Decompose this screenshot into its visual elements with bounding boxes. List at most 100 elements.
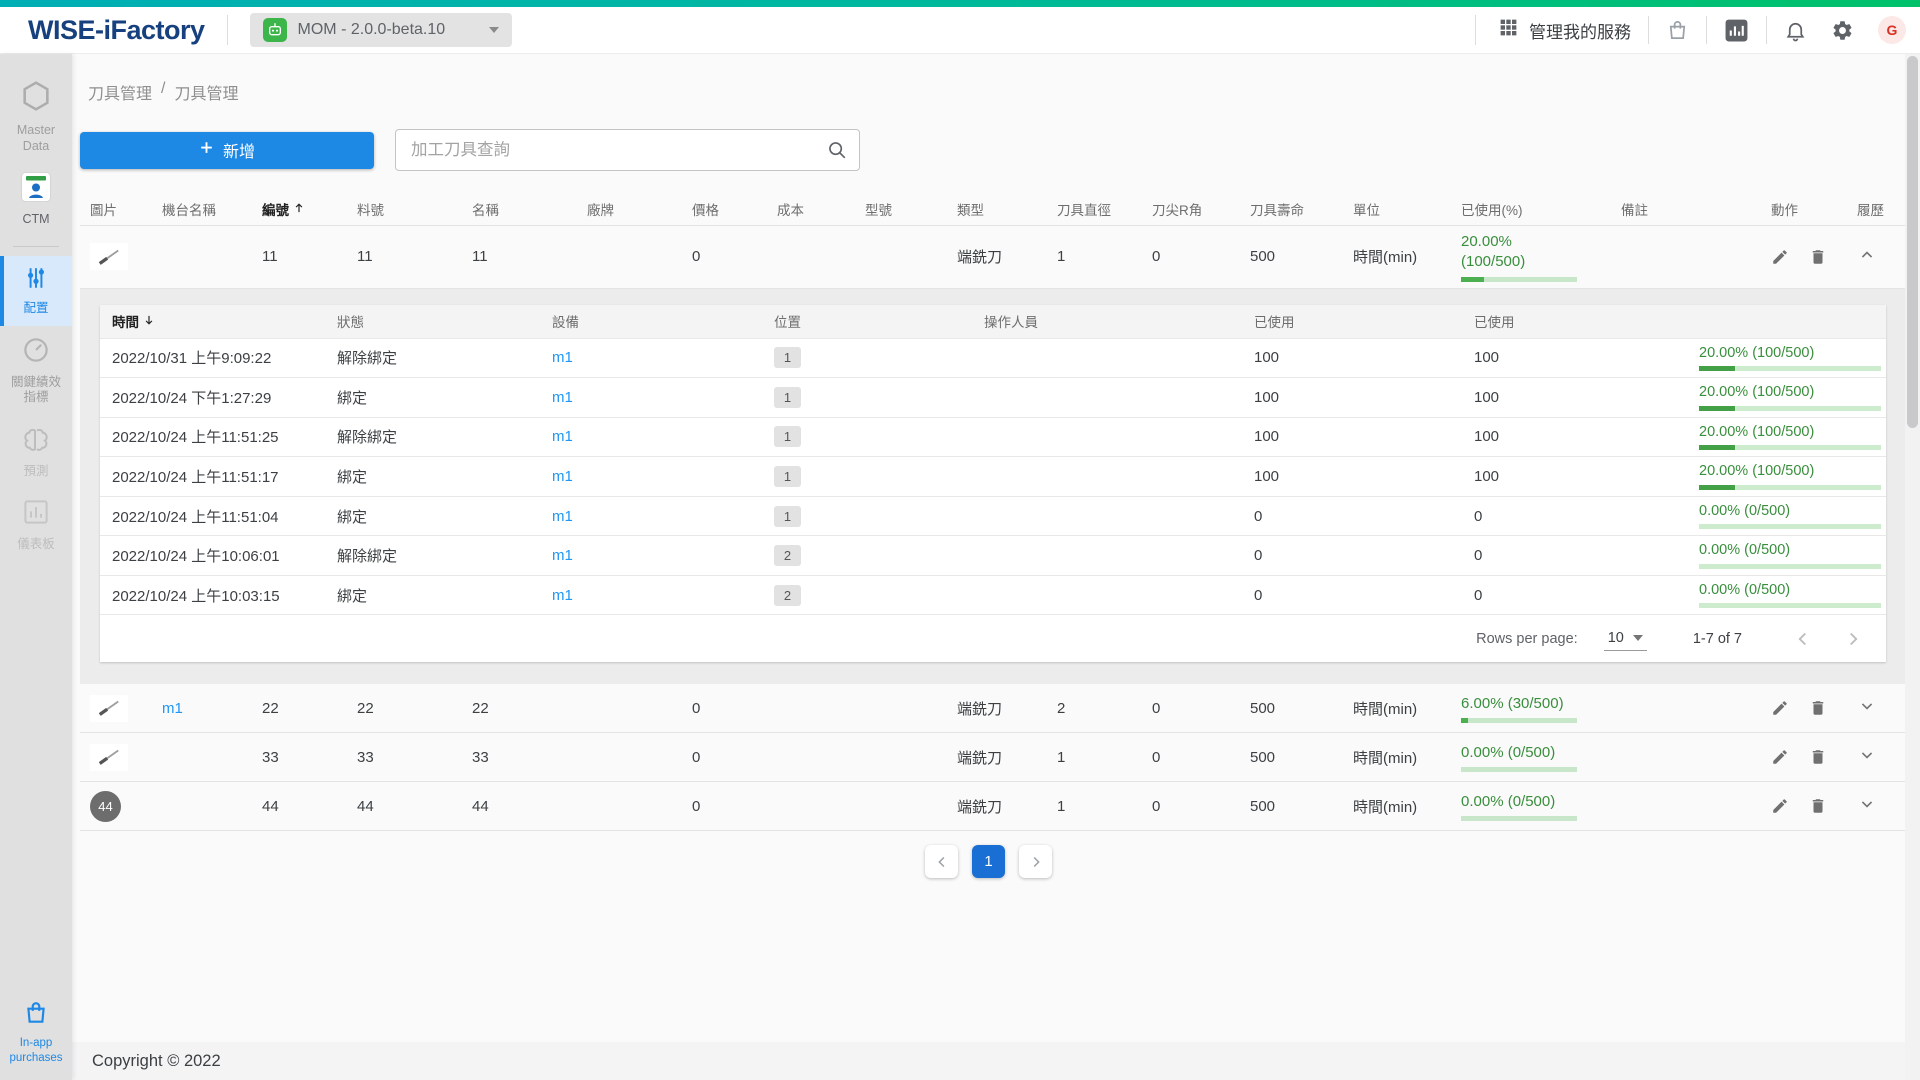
- device-link[interactable]: m1: [552, 389, 573, 406]
- device-link[interactable]: m1: [552, 508, 573, 525]
- usage-cell: 20.00% (100/500): [1687, 418, 1886, 457]
- col-header[interactable]: 刀具直徑: [1047, 199, 1142, 219]
- usage-text: 0.00% (0/500): [1461, 792, 1555, 812]
- sidebar-item-ctm[interactable]: CTM: [0, 163, 72, 237]
- device-link[interactable]: m1: [552, 428, 573, 445]
- device-link[interactable]: m1: [552, 587, 573, 604]
- usage-cell: 0.00% (0/500): [1451, 737, 1611, 778]
- tip-r: 0: [1142, 749, 1240, 766]
- app-selector-label: MOM - 2.0.0-beta.10: [298, 21, 446, 39]
- col-header[interactable]: 名稱: [462, 199, 577, 219]
- position-badge: 1: [774, 347, 801, 368]
- edit-pencil-icon[interactable]: [1771, 748, 1789, 766]
- col-header[interactable]: 已使用: [1462, 311, 1687, 331]
- history-row: 2022/10/24 上午10:06:01 解除綁定 m1 2 0 0 0.00…: [100, 535, 1886, 575]
- tool-image[interactable]: [90, 744, 128, 771]
- vertical-scrollbar[interactable]: [1905, 54, 1920, 1080]
- col-header[interactable]: 狀態: [325, 311, 540, 331]
- sidebar-item-configuration[interactable]: 配置: [0, 256, 72, 326]
- tool-no: 22: [252, 700, 347, 717]
- device-link[interactable]: m1: [552, 468, 573, 485]
- actions-cell: [1761, 699, 1847, 717]
- page-1-button[interactable]: 1: [972, 845, 1005, 878]
- user-avatar[interactable]: G: [1878, 16, 1906, 44]
- scrollbar-thumb[interactable]: [1907, 56, 1918, 428]
- manage-services-button[interactable]: 管理我的服務: [1498, 17, 1631, 43]
- sidebar-item-label: 關鍵績效指標: [6, 375, 66, 406]
- part-no: 11: [347, 248, 462, 265]
- next-page-icon[interactable]: [1842, 628, 1864, 650]
- next-page-button[interactable]: [1019, 845, 1052, 878]
- col-header[interactable]: 已使用(%): [1451, 199, 1611, 219]
- tool-image[interactable]: [90, 695, 128, 722]
- add-button[interactable]: 新增: [80, 132, 374, 169]
- col-header[interactable]: 價格: [682, 199, 767, 219]
- col-header[interactable]: 已使用: [1242, 311, 1462, 331]
- usage-cell: 0.00% (0/500): [1687, 536, 1886, 575]
- sidebar-item-master-data[interactable]: Master Data: [0, 70, 72, 163]
- col-header[interactable]: 刀具壽命: [1240, 199, 1343, 219]
- tool-avatar[interactable]: 44: [90, 791, 121, 822]
- col-header[interactable]: 設備: [540, 311, 762, 331]
- sidebar-item-kpi[interactable]: 關鍵績效指標: [0, 326, 72, 415]
- status: 解除綁定: [325, 545, 540, 566]
- col-header-sorted[interactable]: 編號: [252, 199, 347, 219]
- delete-trash-icon[interactable]: [1809, 248, 1827, 266]
- sidebar-item-prediction[interactable]: 預測: [0, 415, 72, 489]
- col-header[interactable]: 類型: [947, 199, 1047, 219]
- device-link[interactable]: m1: [552, 349, 573, 366]
- col-header[interactable]: 單位: [1343, 199, 1451, 219]
- machine-link[interactable]: m1: [162, 700, 183, 717]
- sidebar-item-dashboard[interactable]: 儀表板: [0, 488, 72, 562]
- edit-pencil-icon[interactable]: [1771, 699, 1789, 717]
- notifications-bell-icon[interactable]: [1784, 19, 1807, 42]
- history-row: 2022/10/24 下午1:27:29 綁定 m1 1 100 100 20.…: [100, 377, 1886, 417]
- col-header[interactable]: 備註: [1611, 199, 1761, 219]
- chevron-down-icon[interactable]: [1857, 696, 1877, 716]
- col-header[interactable]: 操作人員: [972, 311, 1242, 331]
- chevron-down-icon[interactable]: [1857, 794, 1877, 814]
- settings-gear-icon[interactable]: [1831, 19, 1854, 42]
- edit-pencil-icon[interactable]: [1771, 248, 1789, 266]
- tool-image[interactable]: [90, 243, 128, 270]
- tool-type: 端銑刀: [947, 698, 1047, 719]
- used-value: 100: [1462, 468, 1687, 485]
- delete-trash-icon[interactable]: [1809, 699, 1827, 717]
- search-icon[interactable]: [826, 139, 848, 166]
- position-badge: 2: [774, 585, 801, 606]
- used-value: 0: [1462, 547, 1687, 564]
- tool-type: 端銑刀: [947, 747, 1047, 768]
- history-row: 2022/10/24 上午10:03:15 綁定 m1 2 0 0 0.00% …: [100, 575, 1886, 615]
- col-header[interactable]: 型號: [855, 199, 947, 219]
- col-header[interactable]: 刀尖R角: [1142, 199, 1240, 219]
- body: Master Data CTM 配置 關鍵績效指標: [0, 54, 1920, 1080]
- diameter: 1: [1047, 248, 1142, 265]
- analytics-icon[interactable]: [1724, 18, 1749, 43]
- app-selector[interactable]: MOM - 2.0.0-beta.10: [250, 13, 512, 47]
- col-header[interactable]: 圖片: [80, 199, 152, 219]
- rows-per-page-select[interactable]: 10: [1604, 627, 1647, 651]
- chevron-up-icon[interactable]: [1857, 245, 1877, 265]
- col-header: 動作: [1761, 199, 1847, 219]
- breadcrumb-section[interactable]: 刀具管理: [88, 80, 152, 104]
- usage-text: 0.00% (0/500): [1699, 541, 1790, 561]
- store-bag-icon[interactable]: [1666, 19, 1689, 42]
- edit-pencil-icon[interactable]: [1771, 797, 1789, 815]
- col-header-sorted[interactable]: 時間: [100, 311, 325, 331]
- sidebar-item-in-app-purchases[interactable]: In-app purchases: [0, 991, 72, 1074]
- delete-trash-icon[interactable]: [1809, 797, 1827, 815]
- col-header[interactable]: 成本: [767, 199, 855, 219]
- col-header[interactable]: 機台名稱: [152, 199, 252, 219]
- col-header[interactable]: 廠牌: [577, 199, 682, 219]
- pagination-range: 1-7 of 7: [1693, 631, 1742, 647]
- device-link[interactable]: m1: [552, 547, 573, 564]
- chevron-down-icon[interactable]: [1857, 745, 1877, 765]
- previous-page-button[interactable]: [925, 845, 958, 878]
- col-header[interactable]: 位置: [762, 311, 972, 331]
- previous-page-icon[interactable]: [1792, 628, 1814, 650]
- delete-trash-icon[interactable]: [1809, 748, 1827, 766]
- usage-progress: [1699, 445, 1881, 450]
- col-header[interactable]: 料號: [347, 199, 462, 219]
- plus-icon: [199, 140, 214, 160]
- search-input[interactable]: [395, 129, 860, 171]
